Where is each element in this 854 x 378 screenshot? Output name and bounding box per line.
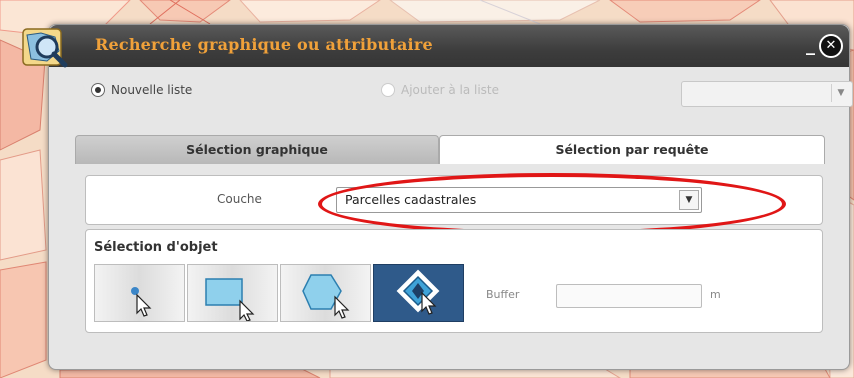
point-select-tool[interactable] <box>94 264 185 322</box>
object-selection-title: Sélection d'objet <box>94 240 218 255</box>
search-dialog: Recherche graphique ou attributaire _ ✕ … <box>22 24 853 370</box>
minimize-button[interactable]: _ <box>806 35 815 56</box>
buffer-input[interactable] <box>556 284 702 308</box>
couche-panel: Couche Parcelles cadastrales ▼ <box>85 173 823 235</box>
object-selection-panel: Sélection d'objet Buffer m <box>85 229 823 333</box>
add-to-list-radio[interactable]: Ajouter à la liste <box>381 83 499 97</box>
rectangle-icon <box>205 278 255 321</box>
red-highlight-ellipse <box>318 173 786 235</box>
radio-dot <box>381 83 395 97</box>
close-button[interactable]: ✕ <box>819 34 843 58</box>
add-to-list-label: Ajouter à la liste <box>401 83 500 97</box>
chevron-down-icon: ▼ <box>831 84 850 102</box>
list-select[interactable]: ▼ <box>681 81 853 107</box>
dialog-title: Recherche graphique ou attributaire <box>95 35 433 54</box>
search-map-icon <box>22 28 68 68</box>
radio-dot-selected <box>91 83 105 97</box>
diamond-object-icon <box>396 269 440 315</box>
rectangle-select-tool[interactable] <box>187 264 278 322</box>
selection-tools <box>94 264 466 322</box>
polygon-select-tool[interactable] <box>280 264 371 322</box>
buffer-unit: m <box>710 288 721 301</box>
tab-selection-graphique[interactable]: Sélection graphique <box>75 135 439 164</box>
tab-selection-par-requete[interactable]: Sélection par requête <box>439 135 825 164</box>
polygon-icon <box>302 274 350 319</box>
couche-label: Couche <box>217 192 262 206</box>
dialog-titlebar[interactable]: Recherche graphique ou attributaire _ ✕ <box>49 25 849 67</box>
list-mode-row: Nouvelle liste Ajouter à la liste ▼ <box>91 77 853 107</box>
buffer-label: Buffer <box>486 288 520 301</box>
object-select-tool[interactable] <box>373 264 464 322</box>
new-list-label: Nouvelle liste <box>111 83 193 97</box>
new-list-radio[interactable]: Nouvelle liste <box>91 83 192 97</box>
pointer-icon <box>131 287 152 317</box>
